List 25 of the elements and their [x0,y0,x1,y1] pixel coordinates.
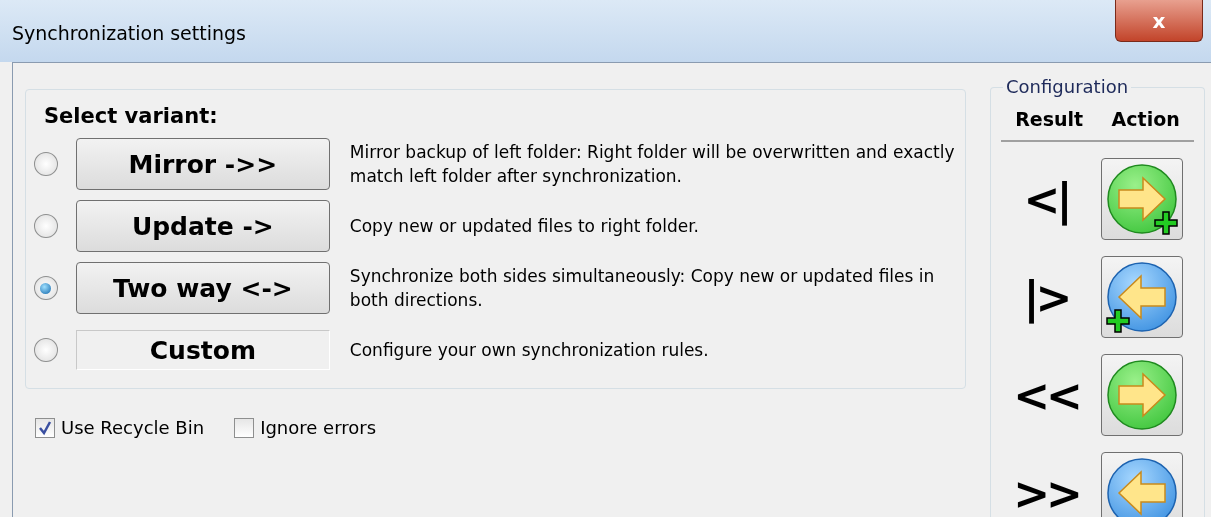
group-title: Configuration [1003,76,1132,97]
radio-button[interactable] [34,214,58,238]
checkbox-label: Ignore errors [260,417,377,438]
column-header: Action [1111,108,1180,130]
radio-button[interactable] [34,338,58,362]
variant-description: Synchronize both sides simultaneously: Copy new or updated files in both directions. [349,265,936,312]
variant-description: Mirror backup of left folder: Right folder will be overwritten and exactly match left folder after synchronization. [349,141,956,188]
checkbox[interactable] [234,417,255,438]
result-symbol: <| [1022,173,1070,225]
variant-description: Copy new or updated files to right folder. [349,215,700,238]
radio-button[interactable] [34,276,58,300]
variant-button[interactable]: Two way <-> [75,262,330,314]
radio-button[interactable] [34,152,58,176]
variant-heading: Select variant: [44,104,219,128]
variant-label: Custom [75,330,330,370]
variant-description: Configure your own synchronization rules. [349,339,710,362]
result-symbol: >> [1012,467,1080,517]
checkbox-label: Use Recycle Bin [61,417,205,438]
variant-button[interactable]: Mirror ->> [75,138,330,190]
variant-button[interactable]: Update -> [75,200,330,252]
column-header: Result [1015,108,1084,130]
result-symbol: << [1012,369,1080,421]
window-title: Synchronization settings [12,22,246,44]
result-symbol: |> [1022,271,1070,323]
checkbox[interactable] [35,417,55,438]
